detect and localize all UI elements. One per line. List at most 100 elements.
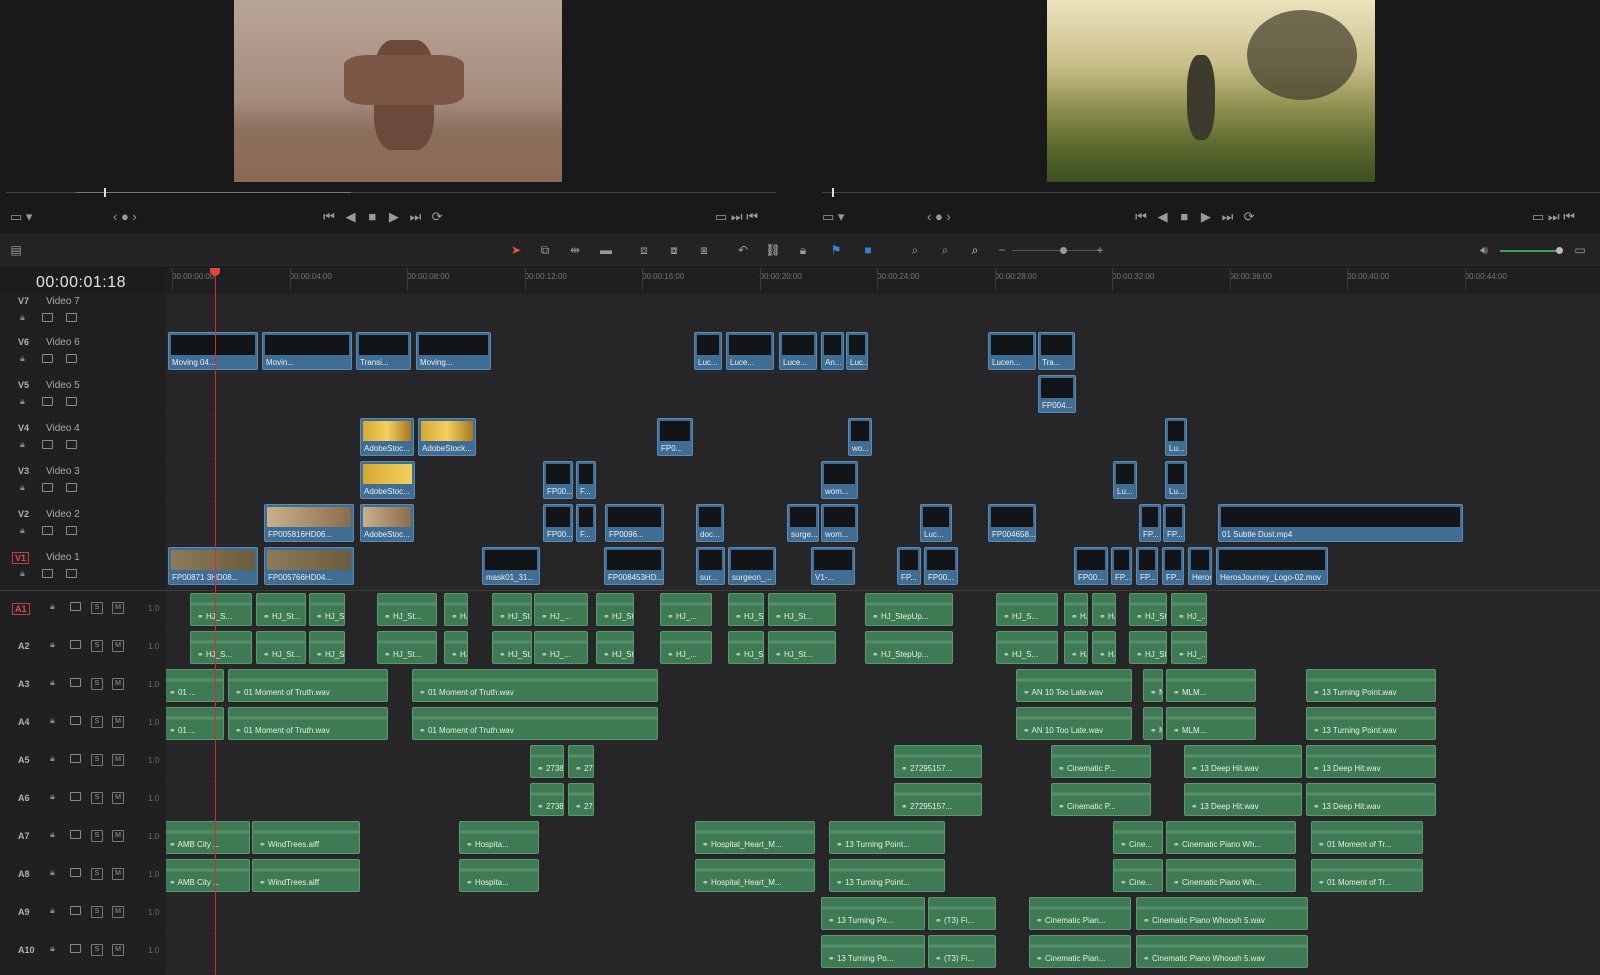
video-clip[interactable]: Lu... <box>1165 461 1187 499</box>
go-start-icon[interactable]: ⏮ <box>1132 209 1150 225</box>
audio-clip[interactable]: 27380... <box>530 783 564 816</box>
video-track-header[interactable]: V7 Video 7 🔒︎ <box>0 288 166 331</box>
audio-clip[interactable]: Cine... <box>1113 859 1163 892</box>
auto-select-icon[interactable] <box>70 830 81 841</box>
lock-icon[interactable]: 🔒︎ <box>20 396 25 407</box>
audio-track-header[interactable]: A9 🔒︎ S M 1.0 <box>0 895 166 933</box>
lock-icon[interactable]: 🔒︎ <box>793 241 813 259</box>
video-lane[interactable] <box>166 544 1600 588</box>
audio-clip[interactable]: AN 10 Too Late.wav <box>1016 669 1132 702</box>
audio-clip[interactable]: 01 Moment of Truth.wav <box>228 707 388 740</box>
audio-clip[interactable]: 13 Deep Hit.wav <box>1184 745 1302 778</box>
lock-icon[interactable]: 🔒︎ <box>20 525 25 536</box>
lock-icon[interactable]: 🔒︎ <box>20 482 25 493</box>
video-clip[interactable]: surgeon_... <box>728 547 776 585</box>
audio-clip[interactable]: 13 Deep Hit.wav <box>1184 783 1302 816</box>
audio-clip[interactable]: HJ_St... <box>768 593 836 626</box>
video-track-header[interactable]: V5 Video 5 🔒︎ <box>0 372 166 415</box>
dim-button[interactable]: ▭ <box>1570 241 1590 259</box>
audio-clip[interactable]: HJ_Ste... <box>596 593 634 626</box>
track-enable-icon[interactable] <box>66 483 77 494</box>
video-track-header[interactable]: V1 Video 1 🔒︎ <box>0 544 166 587</box>
video-clip[interactable]: FP005766HD04... <box>264 547 354 585</box>
mute-button[interactable]: M <box>112 639 124 652</box>
audio-clip[interactable]: Hospita... <box>459 859 539 892</box>
audio-clip[interactable]: Cinematic Piano Wh... <box>1166 859 1296 892</box>
lock-icon[interactable]: 🔒︎ <box>50 829 55 840</box>
lock-icon[interactable]: 🔒︎ <box>20 568 25 579</box>
audio-clip[interactable]: 27380... <box>530 745 564 778</box>
audio-clip[interactable]: HJ_... <box>660 631 712 664</box>
solo-button[interactable]: S <box>91 677 103 690</box>
mute-button[interactable]: M <box>112 753 124 766</box>
solo-button[interactable]: S <box>91 791 103 804</box>
video-clip[interactable]: FP005816HD06... <box>264 504 354 542</box>
auto-select-icon[interactable] <box>42 397 53 408</box>
auto-select-icon[interactable] <box>42 440 53 451</box>
audio-clip[interactable]: Cinematic Pian... <box>1029 935 1131 968</box>
audio-clip[interactable]: Cinematic Pian... <box>1029 897 1131 930</box>
audio-clip[interactable]: Cinematic P... <box>1051 745 1151 778</box>
audio-clip[interactable]: HJ_S... <box>190 593 252 626</box>
audio-clip[interactable]: Cinematic Piano Whoosh 5.wav <box>1136 897 1308 930</box>
audio-clip[interactable]: 01 Moment of Tr... <box>1311 859 1423 892</box>
solo-button[interactable]: S <box>91 639 103 652</box>
video-clip[interactable]: V1-... <box>811 547 855 585</box>
audio-clip[interactable]: Cinematic Piano Wh... <box>1166 821 1296 854</box>
audio-clip[interactable]: HJ_Ste... <box>309 631 345 664</box>
lock-icon[interactable]: 🔒︎ <box>50 867 55 878</box>
layout-icon[interactable]: ▤ <box>6 241 26 259</box>
audio-clip[interactable]: 13 Turning Po... <box>821 935 925 968</box>
dynamic-trim-icon[interactable]: ⇹ <box>565 241 585 259</box>
audio-clip[interactable]: Hospital_Heart_M... <box>695 821 815 854</box>
video-clip[interactable]: FP00871 3HD08... <box>168 547 258 585</box>
video-clip[interactable]: Moving 04... <box>168 332 258 370</box>
volume-icon[interactable]: 🔊︎ <box>1474 241 1494 259</box>
audio-clip[interactable]: AMB City ... <box>166 821 250 854</box>
timeline-scrubber[interactable] <box>822 188 1600 197</box>
video-clip[interactable]: Lu... <box>1113 461 1137 499</box>
playhead[interactable] <box>210 268 220 975</box>
lock-icon[interactable]: 🔒︎ <box>20 312 25 323</box>
zoom-slider[interactable] <box>1012 247 1102 254</box>
video-lane[interactable] <box>166 294 1600 332</box>
timeline-area[interactable]: Moving 04... Movin... Transi... Moving... Lu… <box>166 294 1600 975</box>
audio-clip[interactable]: AN 10 Too Late.wav <box>1016 707 1132 740</box>
audio-clip[interactable]: 273... <box>568 783 594 816</box>
audio-clip[interactable]: HJ... <box>1064 593 1088 626</box>
stop-icon[interactable]: ■ <box>363 209 381 224</box>
auto-select-icon[interactable] <box>70 792 81 803</box>
video-clip[interactable]: FP... <box>1163 504 1185 542</box>
overwrite-icon[interactable]: ⧇ <box>664 241 684 259</box>
video-clip[interactable]: FP... <box>1139 504 1161 542</box>
video-clip[interactable]: FP008453HD... <box>604 547 664 585</box>
audio-clip[interactable]: 13 Deep Hit.wav <box>1306 783 1436 816</box>
video-clip[interactable]: Moving... <box>416 332 491 370</box>
audio-track-header[interactable]: A1 🔒︎ S M 1.0 <box>0 591 166 629</box>
auto-select-icon[interactable] <box>70 602 81 613</box>
pointer-icon[interactable]: ➤ <box>506 241 526 259</box>
lock-icon[interactable]: 🔒︎ <box>50 905 55 916</box>
video-clip[interactable]: HerosJourney_Logo-02.mov <box>1216 547 1328 585</box>
auto-select-icon[interactable] <box>70 906 81 917</box>
audio-clip[interactable]: HJ_St... <box>256 593 306 626</box>
audio-clip[interactable]: HJ_... <box>534 593 588 626</box>
video-clip[interactable]: FP... <box>1136 547 1158 585</box>
audio-clip[interactable]: HJ_S... <box>996 593 1058 626</box>
video-clip[interactable]: Lucen... <box>988 332 1036 370</box>
play-icon[interactable]: ▶ <box>1197 209 1215 225</box>
audio-clip[interactable]: HJ_... <box>1171 631 1207 664</box>
auto-select-icon[interactable] <box>70 868 81 879</box>
track-enable-icon[interactable] <box>66 354 77 365</box>
auto-select-icon[interactable] <box>42 313 53 324</box>
lock-icon[interactable]: 🔒︎ <box>50 791 55 802</box>
video-clip[interactable]: FP00... <box>543 461 573 499</box>
prev-icon[interactable]: ◀ <box>1154 209 1172 225</box>
zoom-detail-icon[interactable]: ⌕ <box>935 241 955 259</box>
audio-clip[interactable]: HJ_St... <box>1129 631 1167 664</box>
track-enable-icon[interactable] <box>66 526 77 537</box>
audio-clip[interactable]: HJ_St... <box>256 631 306 664</box>
video-clip[interactable]: wo... <box>848 418 872 456</box>
track-enable-icon[interactable] <box>66 440 77 451</box>
source-viewer[interactable]: ▭ ▾ ‹ ● › ⏮ ◀ ■ ▶ ⏭ ⟳ ▭ ⏭ ⏮ <box>0 0 800 232</box>
